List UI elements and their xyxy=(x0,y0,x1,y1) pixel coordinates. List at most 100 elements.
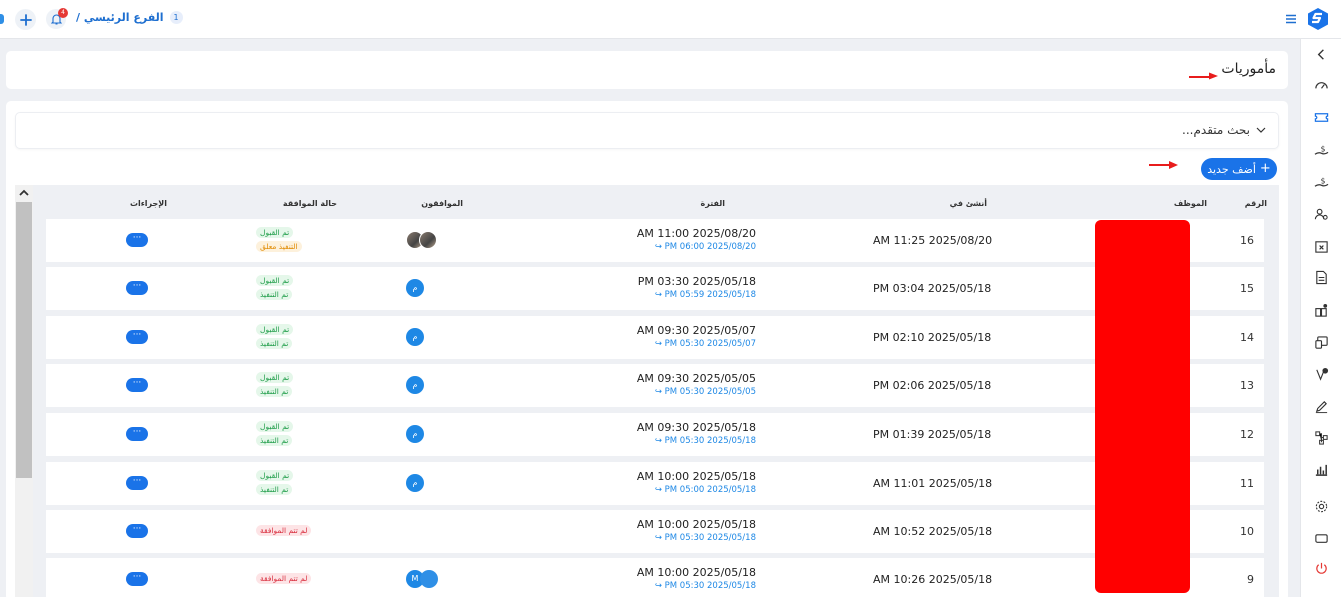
table-row[interactable]: 12 PM 01:39 2025/05/18 AM 09:30 2025/05/18… xyxy=(46,413,1264,456)
status-badge: تم القبول xyxy=(256,470,294,481)
status-badge: تم التنفيذ xyxy=(256,289,293,300)
add-new-button[interactable]: + أضف جديد xyxy=(1201,158,1277,180)
breadcrumb-branch[interactable]: الفرع الرئيسي / xyxy=(76,11,164,24)
approver-avatar: م xyxy=(406,474,424,492)
period-end: PM 05:30 2025/05/18 ↪ xyxy=(654,581,756,591)
row-actions-button[interactable]: ··· xyxy=(126,572,148,586)
reports-chart-icon[interactable] xyxy=(1313,461,1329,477)
svg-text:$: $ xyxy=(1320,144,1325,153)
table-row[interactable]: 11 AM 11:01 2025/05/18 AM 10:00 2025/05/18… xyxy=(46,462,1264,505)
period: PM 03:30 2025/05/18 PM 05:59 2025/05/18 ↪ xyxy=(606,275,756,300)
approver-avatar xyxy=(419,231,437,249)
table-row[interactable]: 9 AM 10:26 2025/05/18 AM 10:00 2025/05/18 P… xyxy=(46,558,1264,597)
period-start: AM 09:30 2025/05/18 xyxy=(636,421,756,434)
header-created: أنشئ في xyxy=(949,199,987,208)
created-at: PM 01:39 2025/05/18 xyxy=(873,428,992,441)
row-number: 12 xyxy=(1240,428,1254,441)
header-approvers: الموافقون xyxy=(421,199,463,208)
period-start: AM 10:00 2025/05/18 xyxy=(636,470,756,483)
status-badge: تم القبول xyxy=(256,275,294,286)
approval-status: لم تتم الموافقة xyxy=(256,573,326,584)
period-start: AM 09:30 2025/05/05 xyxy=(636,372,756,385)
status-badge: تم التنفيذ xyxy=(256,484,293,495)
period: AM 09:30 2025/05/05 PM 05:30 2025/05/05 ↪ xyxy=(606,372,756,397)
period-start: AM 10:00 2025/05/18 xyxy=(636,566,756,579)
row-number: 15 xyxy=(1240,282,1254,295)
row-actions-button[interactable]: ··· xyxy=(126,427,148,441)
header-employee: الموظف xyxy=(1173,199,1207,208)
notification-count-badge: 4 xyxy=(58,8,68,18)
vertical-scrollbar[interactable] xyxy=(15,185,33,597)
svg-text:$: $ xyxy=(1320,176,1325,185)
period: AM 10:00 2025/05/18 PM 05:00 2025/05/18 ↪ xyxy=(606,470,756,495)
missions-table: الرقم الموظف أنشئ في الفترة الموافقون حا… xyxy=(33,185,1279,597)
org-chart-icon[interactable] xyxy=(1313,429,1329,445)
period: AM 09:30 2025/05/18 PM 05:30 2025/05/18 ↪ xyxy=(606,421,756,446)
row-actions-button[interactable]: ··· xyxy=(126,524,148,538)
app-logo-icon[interactable] xyxy=(1306,7,1330,31)
approval-check-icon[interactable] xyxy=(1313,366,1329,382)
collapse-chevron-icon[interactable] xyxy=(1313,46,1329,62)
period: AM 09:30 2025/05/07 PM 05:30 2025/05/07 ↪ xyxy=(606,324,756,349)
table-row[interactable]: 10 AM 10:52 2025/05/18 AM 10:00 2025/05/18… xyxy=(46,510,1264,553)
table-row[interactable]: 15 PM 03:04 2025/05/18 PM 03:30 2025/05/18… xyxy=(46,267,1264,310)
status-badge: تم القبول xyxy=(256,324,294,335)
row-actions-button[interactable]: ··· xyxy=(126,378,148,392)
period-start: AM 11:00 2025/08/20 xyxy=(636,227,756,240)
table-row[interactable]: 14 PM 02:10 2025/05/18 AM 09:30 2025/05/07… xyxy=(46,316,1264,359)
table-row[interactable]: 16 AM 11:25 2025/08/20 AM 11:00 2025/08/20… xyxy=(46,219,1264,262)
row-actions-button[interactable]: ··· xyxy=(126,330,148,344)
sidebar: $ $ xyxy=(1300,39,1341,597)
ticket-icon[interactable] xyxy=(1313,109,1329,125)
status-badge: تم القبول xyxy=(256,372,294,383)
created-at: PM 03:04 2025/05/18 xyxy=(873,282,992,295)
add-new-label: أضف جديد xyxy=(1207,162,1256,176)
quick-add-button[interactable] xyxy=(15,9,36,30)
period-start: PM 03:30 2025/05/18 xyxy=(637,275,756,288)
status-badge: تم القبول xyxy=(256,421,294,432)
document-icon[interactable] xyxy=(1313,269,1329,285)
period-end: PM 05:59 2025/05/18 ↪ xyxy=(654,290,756,300)
status-badge: لم تتم الموافقة xyxy=(256,573,312,584)
period-start: AM 09:30 2025/05/07 xyxy=(636,324,756,337)
created-at: AM 10:52 2025/05/18 xyxy=(873,525,993,538)
advanced-search-toggle[interactable]: بحث متقدم... xyxy=(1182,123,1266,137)
top-bar: 4 1 الفرع الرئيسي / xyxy=(0,0,1341,39)
approvers: م xyxy=(406,376,424,394)
approvers: م xyxy=(406,425,424,443)
breadcrumb[interactable]: 1 الفرع الرئيسي / xyxy=(76,11,183,24)
header-status: حالة الموافقة xyxy=(282,199,337,208)
settings-gear-icon[interactable] xyxy=(1313,498,1329,514)
apps-icon[interactable] xyxy=(1313,302,1329,318)
devices-icon[interactable] xyxy=(1313,334,1329,350)
status-badge: تم القبول xyxy=(256,227,294,238)
edit-pen-icon[interactable] xyxy=(1313,398,1329,414)
row-actions-button[interactable]: ··· xyxy=(126,233,148,247)
row-actions-button[interactable]: ··· xyxy=(126,281,148,295)
notifications-button[interactable]: 4 xyxy=(46,8,68,29)
table-row[interactable]: 13 PM 02:06 2025/05/18 AM 09:30 2025/05/05… xyxy=(46,364,1264,407)
dashboard-gauge-icon[interactable] xyxy=(1313,77,1329,93)
salary-hand-icon[interactable]: $ xyxy=(1313,174,1329,190)
created-at: AM 11:01 2025/05/18 xyxy=(873,477,993,490)
scrollbar-thumb[interactable] xyxy=(16,202,32,478)
row-actions-button[interactable]: ··· xyxy=(126,476,148,490)
row-number: 14 xyxy=(1240,331,1254,344)
approver-avatar: م xyxy=(406,328,424,346)
created-at: PM 02:06 2025/05/18 xyxy=(873,379,992,392)
display-frame-icon[interactable] xyxy=(1313,530,1329,546)
users-settings-icon[interactable] xyxy=(1313,206,1329,222)
redacted-employee-column xyxy=(1095,220,1190,593)
header-actions: الإجراءات xyxy=(129,199,167,208)
status-badge: تم التنفيذ xyxy=(256,435,293,446)
menu-icon[interactable] xyxy=(1284,12,1298,26)
page-header: مأموريات xyxy=(6,51,1288,89)
status-badge: تم التنفيذ xyxy=(256,338,293,349)
scroll-up-icon[interactable] xyxy=(18,188,30,198)
calendar-cancel-icon[interactable] xyxy=(1313,238,1329,254)
approval-status: تم القبول تم التنفيذ xyxy=(256,470,326,495)
table-header: الرقم الموظف أنشئ في الفترة الموافقون حا… xyxy=(45,185,1267,219)
logout-power-icon[interactable] xyxy=(1313,560,1329,576)
payroll-hand-icon[interactable]: $ xyxy=(1313,142,1329,158)
approval-status: تم القبول تم التنفيذ xyxy=(256,372,326,397)
